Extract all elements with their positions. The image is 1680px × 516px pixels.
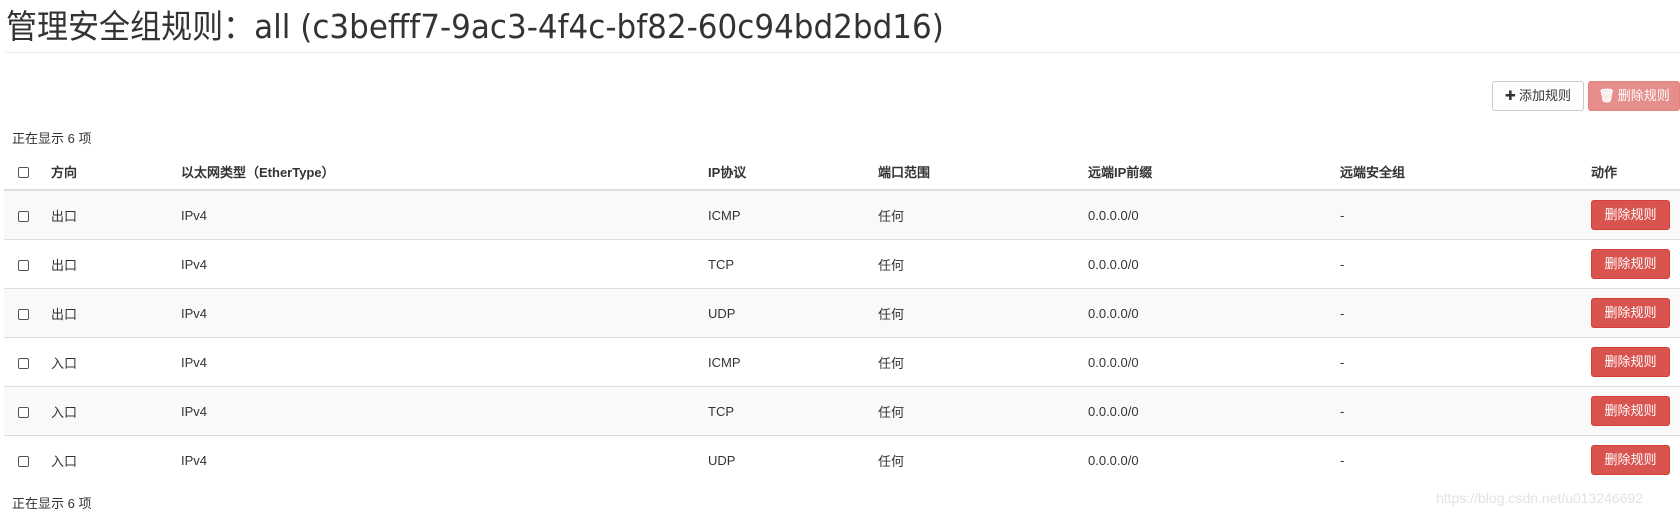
table-row: 出口 IPv4 ICMP 任何 0.0.0.0/0 - 删除规则 — [4, 189, 1680, 240]
cell-remote-ip-prefix: 0.0.0.0/0 — [1088, 288, 1340, 338]
cell-remote-security-group: - — [1340, 435, 1591, 484]
cell-port-range: 任何 — [878, 337, 1088, 387]
col-port-range[interactable]: 端口范围 — [878, 154, 1088, 191]
cell-remote-ip-prefix: 0.0.0.0/0 — [1088, 189, 1340, 240]
col-remote-security-group[interactable]: 远端安全组 — [1340, 154, 1591, 191]
table-row: 出口 IPv4 UDP 任何 0.0.0.0/0 - 删除规则 — [4, 288, 1680, 338]
col-remote-ip-prefix[interactable]: 远端IP前缀 — [1088, 154, 1340, 191]
cell-ethertype: IPv4 — [181, 288, 708, 338]
trash-icon: 🗑 — [1598, 88, 1615, 103]
row-select-cell — [4, 189, 51, 240]
row-checkbox[interactable] — [18, 406, 29, 418]
cell-action: 删除规则 — [1591, 239, 1680, 289]
delete-rule-button[interactable]: 删除规则 — [1591, 249, 1670, 279]
cell-direction: 出口 — [51, 239, 181, 289]
cell-protocol: ICMP — [708, 337, 878, 387]
cell-action: 删除规则 — [1591, 189, 1680, 240]
cell-direction: 入口 — [51, 386, 181, 436]
page-header: 管理安全组规则：all (c3befff7-9ac3-4f4c-bf82-60c… — [4, 0, 1680, 53]
cell-protocol: ICMP — [708, 189, 878, 240]
cell-ethertype: IPv4 — [181, 239, 708, 289]
rules-table: 方向 以太网类型（EtherType） IP协议 端口范围 远端IP前缀 远端安… — [4, 154, 1680, 484]
row-select-cell — [4, 288, 51, 338]
cell-remote-ip-prefix: 0.0.0.0/0 — [1088, 239, 1340, 289]
cell-direction: 出口 — [51, 189, 181, 240]
col-protocol[interactable]: IP协议 — [708, 154, 878, 191]
select-all-checkbox[interactable] — [18, 167, 29, 179]
cell-remote-security-group: - — [1340, 189, 1591, 240]
row-select-cell — [4, 386, 51, 436]
delete-rule-button[interactable]: 删除规则 — [1591, 200, 1670, 230]
item-count-top: 正在显示 6 项 — [12, 131, 92, 146]
row-select-cell — [4, 337, 51, 387]
row-checkbox[interactable] — [18, 259, 29, 271]
cell-port-range: 任何 — [878, 239, 1088, 289]
select-all-cell — [4, 154, 51, 191]
row-select-cell — [4, 239, 51, 289]
item-count-bottom: 正在显示 6 项 — [12, 496, 92, 511]
delete-rule-button[interactable]: 删除规则 — [1591, 298, 1670, 328]
cell-remote-ip-prefix: 0.0.0.0/0 — [1088, 337, 1340, 387]
cell-remote-security-group: - — [1340, 386, 1591, 436]
table-header-row: 方向 以太网类型（EtherType） IP协议 端口范围 远端IP前缀 远端安… — [4, 154, 1680, 191]
row-checkbox[interactable] — [18, 210, 29, 222]
row-checkbox[interactable] — [18, 455, 29, 467]
row-select-cell — [4, 435, 51, 484]
watermark: https://blog.csdn.net/u013246692 — [1436, 490, 1644, 506]
cell-ethertype: IPv4 — [181, 386, 708, 436]
col-ethertype[interactable]: 以太网类型（EtherType） — [181, 154, 708, 191]
cell-direction: 入口 — [51, 435, 181, 484]
col-action: 动作 — [1591, 154, 1680, 191]
delete-rules-label: 删除规则 — [1617, 88, 1670, 103]
cell-ethertype: IPv4 — [181, 435, 708, 484]
cell-direction: 入口 — [51, 337, 181, 387]
row-checkbox[interactable] — [18, 308, 29, 320]
delete-rule-button[interactable]: 删除规则 — [1591, 445, 1670, 475]
row-checkbox[interactable] — [18, 357, 29, 369]
cell-protocol: UDP — [708, 435, 878, 484]
page-title: 管理安全组规则：all (c3befff7-9ac3-4f4c-bf82-60c… — [6, 7, 944, 46]
cell-port-range: 任何 — [878, 386, 1088, 436]
cell-port-range: 任何 — [878, 189, 1088, 240]
delete-rule-button[interactable]: 删除规则 — [1591, 396, 1670, 426]
table-row: 入口 IPv4 ICMP 任何 0.0.0.0/0 - 删除规则 — [4, 337, 1680, 387]
cell-protocol: UDP — [708, 288, 878, 338]
cell-protocol: TCP — [708, 239, 878, 289]
cell-direction: 出口 — [51, 288, 181, 338]
table-row: 出口 IPv4 TCP 任何 0.0.0.0/0 - 删除规则 — [4, 239, 1680, 289]
cell-action: 删除规则 — [1591, 288, 1680, 338]
add-rule-button[interactable]: ✚ 添加规则 — [1492, 81, 1584, 111]
cell-protocol: TCP — [708, 386, 878, 436]
cell-action: 删除规则 — [1591, 337, 1680, 387]
cell-port-range: 任何 — [878, 288, 1088, 338]
cell-remote-security-group: - — [1340, 239, 1591, 289]
cell-ethertype: IPv4 — [181, 337, 708, 387]
cell-remote-ip-prefix: 0.0.0.0/0 — [1088, 435, 1340, 484]
cell-remote-security-group: - — [1340, 337, 1591, 387]
cell-action: 删除规则 — [1591, 435, 1680, 484]
table-row: 入口 IPv4 UDP 任何 0.0.0.0/0 - 删除规则 — [4, 435, 1680, 484]
cell-remote-security-group: - — [1340, 288, 1591, 338]
add-rule-label: 添加规则 — [1518, 88, 1571, 103]
cell-ethertype: IPv4 — [181, 189, 708, 240]
delete-rules-button[interactable]: 🗑 删除规则 — [1588, 81, 1680, 111]
plus-icon: ✚ — [1505, 88, 1516, 103]
cell-remote-ip-prefix: 0.0.0.0/0 — [1088, 386, 1340, 436]
col-direction[interactable]: 方向 — [51, 154, 181, 191]
table-row: 入口 IPv4 TCP 任何 0.0.0.0/0 - 删除规则 — [4, 386, 1680, 436]
cell-port-range: 任何 — [878, 435, 1088, 484]
delete-rule-button[interactable]: 删除规则 — [1591, 347, 1670, 377]
cell-action: 删除规则 — [1591, 386, 1680, 436]
